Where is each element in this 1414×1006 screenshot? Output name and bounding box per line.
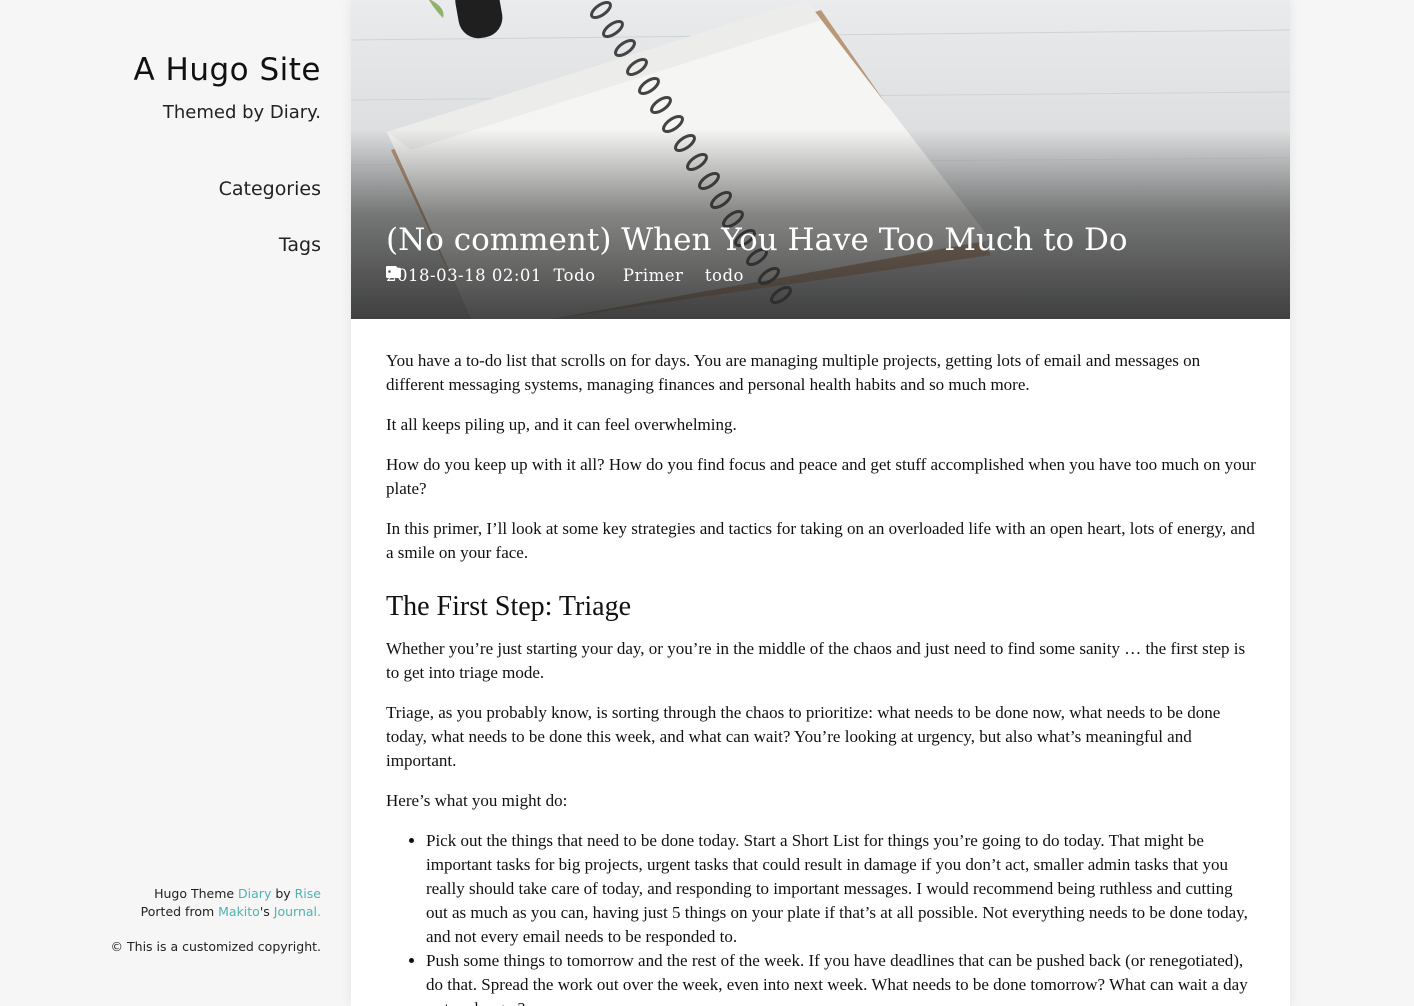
credits-text: Ported from bbox=[140, 904, 219, 919]
rise-author-link[interactable]: Rise bbox=[295, 886, 321, 901]
site-subtitle: Themed by Diary. bbox=[162, 102, 321, 123]
post-meta: 2018-03-18 02:01 Todo Primer todo bbox=[386, 266, 744, 285]
diary-theme-link[interactable]: Diary bbox=[238, 886, 271, 901]
paragraph: You have a to-do list that scrolls on fo… bbox=[386, 351, 1201, 394]
paragraph: How do you keep up with it all? How do y… bbox=[386, 455, 1256, 498]
post-cover: (No comment) When You Have Too Much to D… bbox=[351, 0, 1290, 319]
nav-tags-link[interactable]: Tags bbox=[279, 234, 321, 256]
paragraph: Triage, as you probably know, is sorting… bbox=[386, 703, 1221, 770]
triage-list: Pick out the things that need to be done… bbox=[386, 829, 1258, 1006]
credits-line-1: Hugo Theme Diary by Rise bbox=[141, 885, 321, 903]
list-item: Push some things to tomorrow and the res… bbox=[426, 949, 1258, 1006]
credits-text: by bbox=[271, 886, 295, 901]
paragraph: Whether you’re just starting your day, o… bbox=[386, 639, 1246, 682]
section-heading: The First Step: Triage bbox=[386, 591, 632, 622]
theme-credits: Hugo Theme Diary by Rise Ported from Mak… bbox=[141, 885, 321, 921]
post-date: 2018-03-18 02:01 bbox=[386, 266, 542, 285]
post-content: You have a to-do list that scrolls on fo… bbox=[386, 349, 1258, 1006]
journal-link[interactable]: Journal. bbox=[274, 904, 321, 919]
post-title: (No comment) When You Have Too Much to D… bbox=[386, 222, 1128, 258]
credits-text: 's bbox=[259, 904, 274, 919]
tag-link-todo[interactable]: todo bbox=[705, 266, 744, 285]
site-title[interactable]: A Hugo Site bbox=[133, 52, 321, 88]
category-link[interactable]: Todo bbox=[553, 266, 595, 285]
nav-categories-link[interactable]: Categories bbox=[219, 178, 321, 200]
sidebar: A Hugo Site Themed by Diary. Categories … bbox=[0, 0, 321, 1006]
tag-link-primer[interactable]: Primer bbox=[623, 266, 684, 285]
paragraph: Here’s what you might do: bbox=[386, 791, 568, 810]
paragraph: In this primer, I’ll look at some key st… bbox=[386, 519, 1255, 562]
list-item: Pick out the things that need to be done… bbox=[426, 829, 1258, 949]
post-main: (No comment) When You Have Too Much to D… bbox=[351, 0, 1290, 1006]
makito-link[interactable]: Makito bbox=[218, 904, 260, 919]
paragraph: It all keeps piling up, and it can feel … bbox=[386, 415, 737, 434]
credits-line-2: Ported from Makito's Journal. bbox=[141, 903, 321, 921]
copyright-notice: © This is a customized copyright. bbox=[110, 939, 321, 954]
credits-text: Hugo Theme bbox=[154, 886, 239, 901]
